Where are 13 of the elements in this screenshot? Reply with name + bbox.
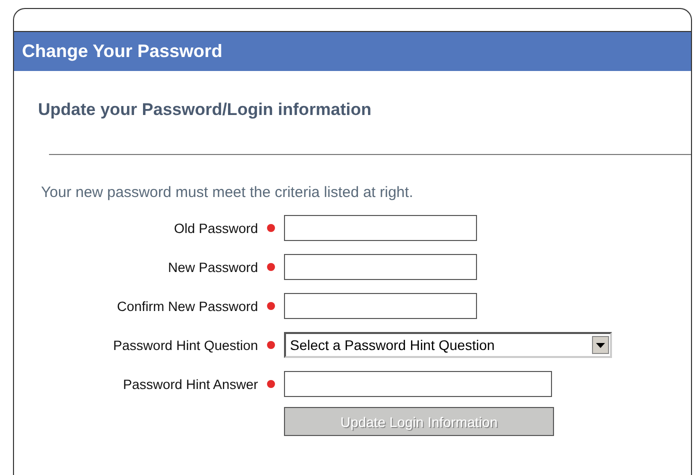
input-field[interactable] [284,215,477,241]
panel-title: Change Your Password [22,41,222,62]
field-label: New Password [166,260,258,274]
field-label: Old Password [172,220,258,236]
input-field[interactable] [284,254,477,280]
field-label: Password Hint Answer [122,376,258,392]
input-field[interactable] [284,293,477,319]
field-label: Confirm New Password [116,298,258,314]
input-field[interactable] [284,371,552,397]
intro-text: Your new password must meet the criteria listed at right. [41,184,414,201]
dropdown[interactable]: Select a Password Hint Question [284,332,612,358]
section-heading: Update your Password/Login information [38,100,372,120]
field-label: Password Hint Question [112,338,258,352]
